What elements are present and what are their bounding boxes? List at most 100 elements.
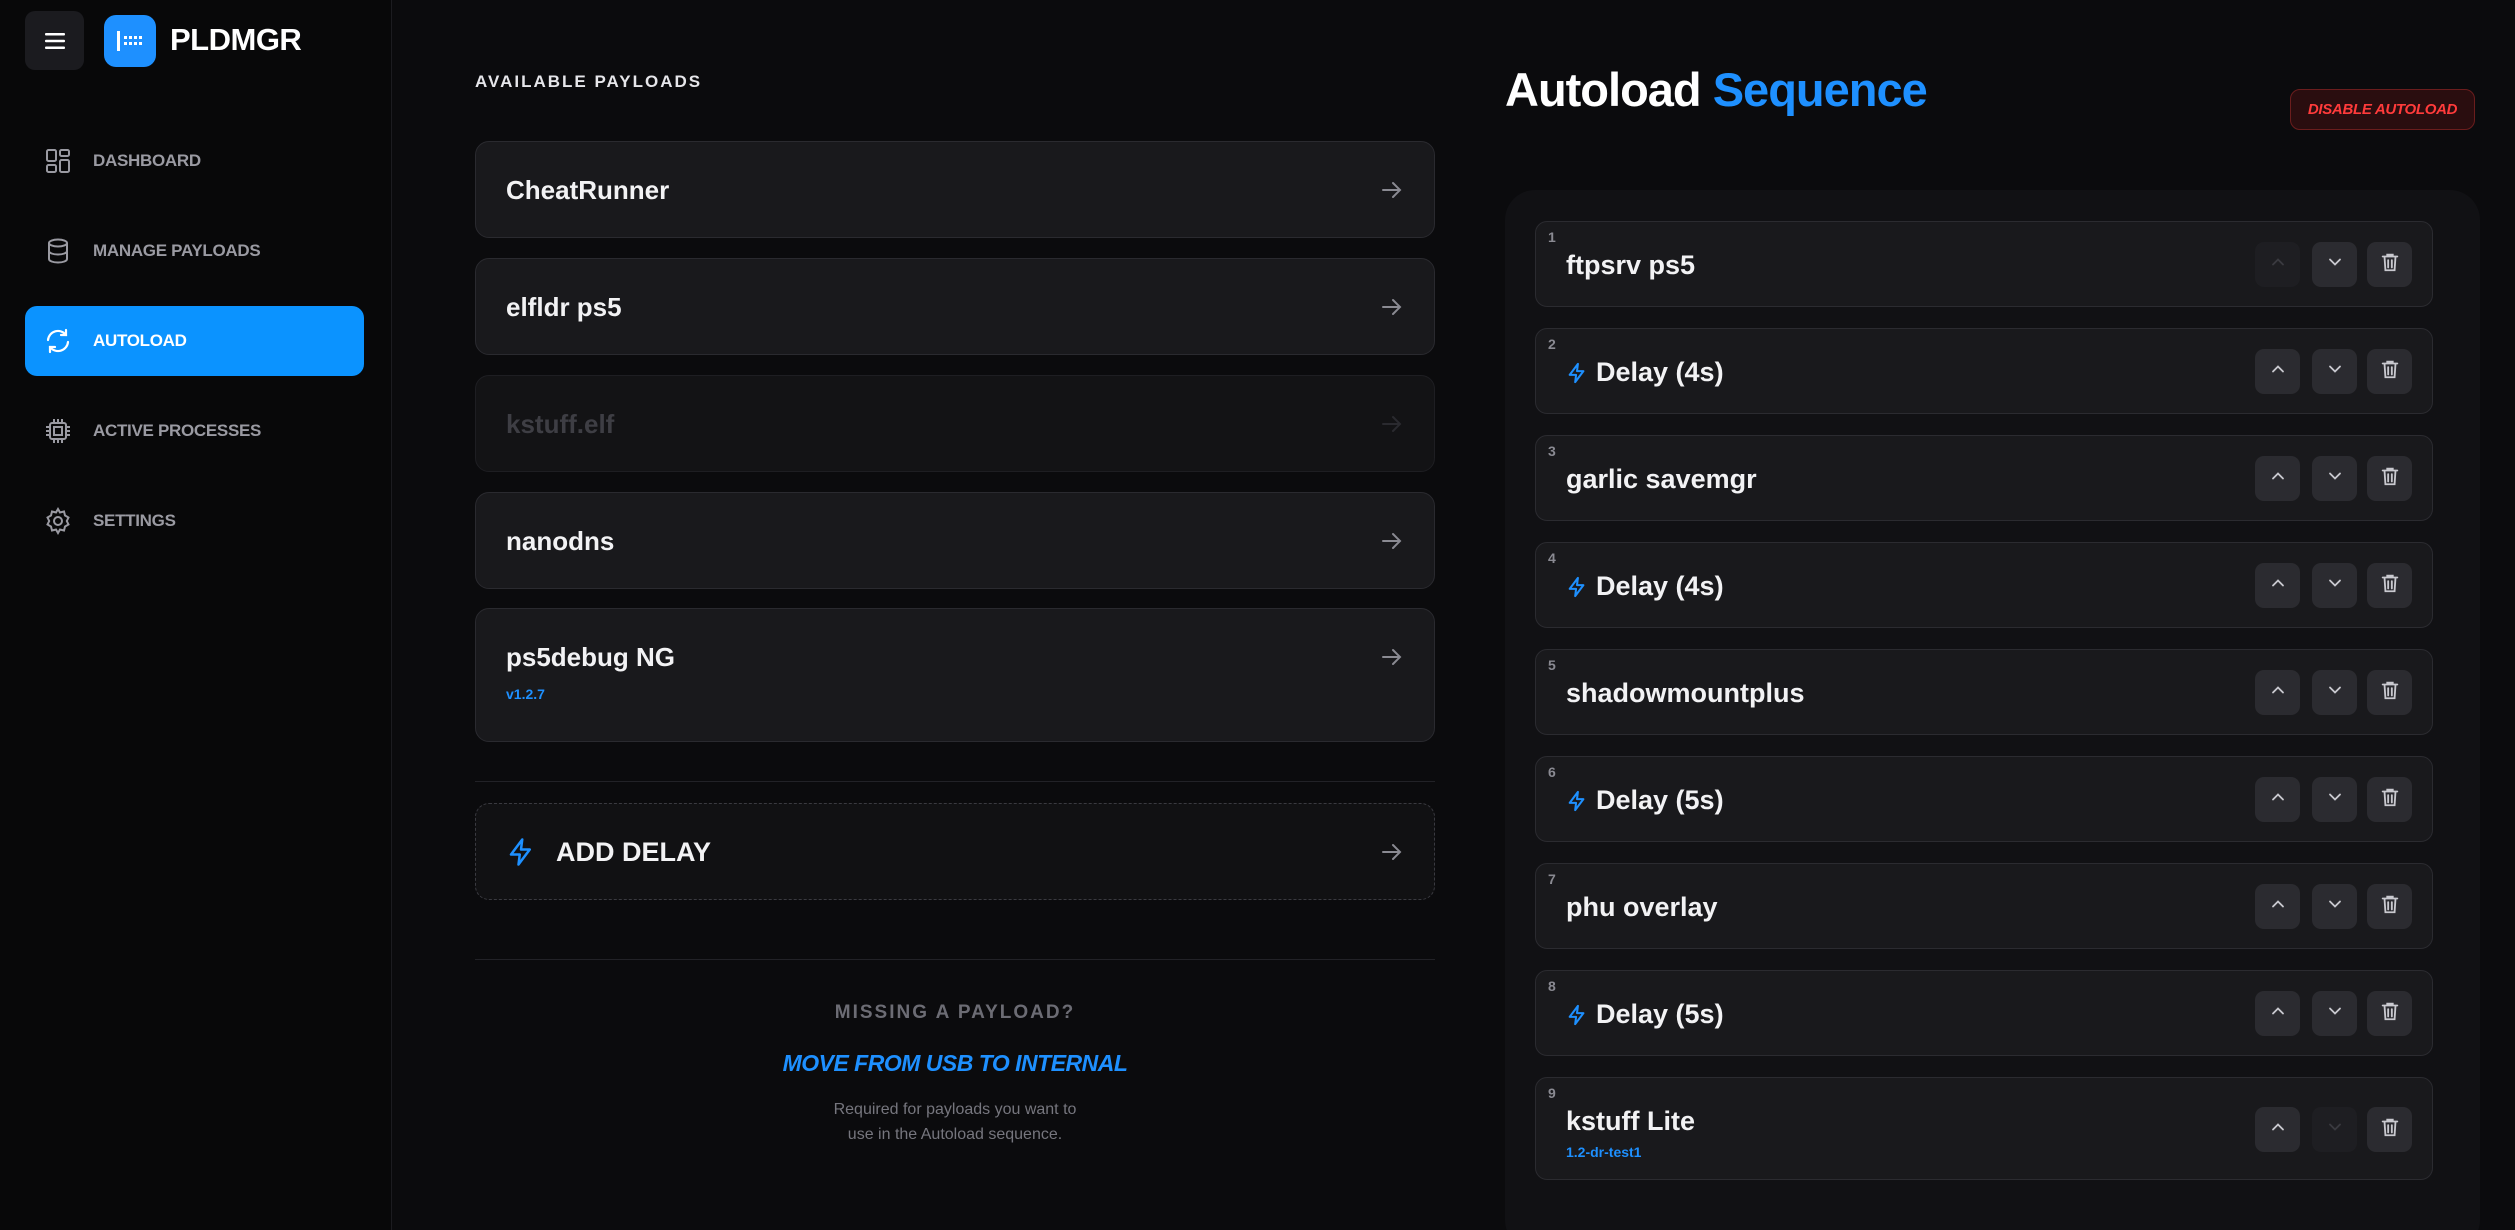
sidebar-item-autoload[interactable]: AUTOLOAD xyxy=(25,306,364,376)
payload-name: kstuff.elf xyxy=(506,409,615,439)
gear-icon xyxy=(43,506,73,536)
sequence-label-text: phu overlay xyxy=(1566,892,1718,922)
add-delay-button[interactable]: ADD DELAY xyxy=(475,803,1435,900)
sidebar-item-active-processes[interactable]: ACTIVE PROCESSES xyxy=(25,396,364,466)
chevron-down-icon xyxy=(2325,466,2345,491)
sequence-item: 6 Delay (5s) xyxy=(1535,756,2433,842)
app-title: PLDMGR xyxy=(170,22,302,57)
move-up-button[interactable] xyxy=(2255,991,2300,1036)
move-up-button[interactable] xyxy=(2255,670,2300,715)
payload-card-nanodns[interactable]: nanodns xyxy=(475,492,1435,589)
sequence-label-text: Delay (5s) xyxy=(1596,785,1724,815)
delete-button[interactable] xyxy=(2367,777,2412,822)
move-up-button[interactable] xyxy=(2255,563,2300,608)
delete-button[interactable] xyxy=(2367,670,2412,715)
move-up-button[interactable] xyxy=(2255,1107,2300,1152)
move-from-usb-link[interactable]: MOVE FROM USB TO INTERNAL xyxy=(475,1050,1435,1077)
move-up-button[interactable] xyxy=(2255,349,2300,394)
payload-card-cheatrunner[interactable]: CheatRunner xyxy=(475,141,1435,238)
delete-button[interactable] xyxy=(2367,1107,2412,1152)
title-accent: Sequence xyxy=(1712,63,1928,116)
delete-button[interactable] xyxy=(2367,349,2412,394)
sequence-label: shadowmountplus xyxy=(1566,678,1805,709)
move-down-button[interactable] xyxy=(2312,777,2357,822)
database-icon xyxy=(43,236,73,266)
payload-card-elfldr[interactable]: elfldr ps5 xyxy=(475,258,1435,355)
sequence-label: Delay (5s) xyxy=(1566,785,1724,816)
sidebar-item-settings[interactable]: SETTINGS xyxy=(25,486,364,556)
bolt-icon xyxy=(1568,362,1585,383)
divider xyxy=(475,781,1435,782)
sequence-item: 3 garlic savemgr xyxy=(1535,435,2433,521)
move-down-button[interactable] xyxy=(2312,884,2357,929)
dashboard-icon xyxy=(43,146,73,176)
menu-toggle-button[interactable] xyxy=(25,11,84,70)
disable-autoload-button[interactable]: DISABLE AUTOLOAD xyxy=(2290,89,2475,130)
chevron-down-icon xyxy=(2325,359,2345,384)
arrow-right-icon xyxy=(1382,416,1402,432)
payload-card-ps5debug[interactable]: ps5debug NG v1.2.7 xyxy=(475,608,1435,742)
sequence-version: 1.2-dr-test1 xyxy=(1566,1144,1642,1160)
delete-button[interactable] xyxy=(2367,242,2412,287)
sequence-label: ftpsrv ps5 xyxy=(1566,250,1695,281)
bolt-icon xyxy=(1568,1004,1585,1025)
chevron-down-icon xyxy=(2325,894,2345,919)
move-down-button[interactable] xyxy=(2312,349,2357,394)
payload-name: elfldr ps5 xyxy=(506,292,622,322)
trash-icon xyxy=(2379,572,2401,599)
move-down-button[interactable] xyxy=(2312,456,2357,501)
arrow-right-icon xyxy=(1382,533,1402,549)
chevron-down-icon xyxy=(2325,787,2345,812)
sequence-item: 2 Delay (4s) xyxy=(1535,328,2433,414)
sequence-index: 3 xyxy=(1548,443,1556,459)
delete-button[interactable] xyxy=(2367,991,2412,1036)
title-main: Autoload xyxy=(1505,63,1702,116)
delete-button[interactable] xyxy=(2367,456,2412,501)
chevron-up-icon xyxy=(2268,573,2288,598)
trash-icon xyxy=(2379,358,2401,385)
available-payloads-heading: AVAILABLE PAYLOADS xyxy=(475,72,703,91)
delete-button[interactable] xyxy=(2367,563,2412,608)
bolt-icon xyxy=(1568,790,1585,811)
sequence-label: Delay (4s) xyxy=(1566,571,1724,602)
sequence-label-text: Delay (4s) xyxy=(1596,357,1724,387)
move-down-button[interactable] xyxy=(2312,242,2357,287)
chevron-up-icon xyxy=(2268,359,2288,384)
sequence-index: 4 xyxy=(1548,550,1556,566)
move-up-button[interactable] xyxy=(2255,777,2300,822)
trash-icon xyxy=(2379,786,2401,813)
sequence-index: 5 xyxy=(1548,657,1556,673)
divider xyxy=(475,959,1435,960)
sequence-index: 6 xyxy=(1548,764,1556,780)
trash-icon xyxy=(2379,465,2401,492)
chevron-up-icon xyxy=(2268,1117,2288,1142)
sidebar-item-dashboard[interactable]: DASHBOARD xyxy=(25,126,364,196)
chevron-up-icon xyxy=(2268,466,2288,491)
sequence-index: 1 xyxy=(1548,229,1556,245)
delete-button[interactable] xyxy=(2367,884,2412,929)
sequence-item: 8 Delay (5s) xyxy=(1535,970,2433,1056)
sequence-label: garlic savemgr xyxy=(1566,464,1757,495)
sidebar-item-label: MANAGE PAYLOADS xyxy=(93,241,261,260)
sidebar-item-label: SETTINGS xyxy=(93,511,176,530)
sequence-item: 9 kstuff Lite 1.2-dr-test1 xyxy=(1535,1077,2433,1180)
trash-icon xyxy=(2379,1000,2401,1027)
sequence-index: 7 xyxy=(1548,871,1556,887)
move-down-button[interactable] xyxy=(2312,563,2357,608)
sequence-label-text: Delay (4s) xyxy=(1596,571,1724,601)
move-up-button[interactable] xyxy=(2255,884,2300,929)
sequence-index: 8 xyxy=(1548,978,1556,994)
arrow-right-icon xyxy=(1382,649,1402,665)
chevron-down-icon xyxy=(2325,252,2345,277)
sequence-index: 2 xyxy=(1548,336,1556,352)
sidebar-item-label: DASHBOARD xyxy=(93,151,201,170)
requirement-note-line: Required for payloads you want to xyxy=(833,1101,1077,1118)
sidebar-item-manage-payloads[interactable]: MANAGE PAYLOADS xyxy=(25,216,364,286)
requirement-note-line: use in the Autoload sequence. xyxy=(847,1126,1063,1143)
chevron-up-icon xyxy=(2268,894,2288,919)
move-up-button[interactable] xyxy=(2255,456,2300,501)
sequence-item: 5 shadowmountplus xyxy=(1535,649,2433,735)
move-down-button[interactable] xyxy=(2312,991,2357,1036)
move-down-button[interactable] xyxy=(2312,670,2357,715)
sequence-label: Delay (4s) xyxy=(1566,357,1724,388)
